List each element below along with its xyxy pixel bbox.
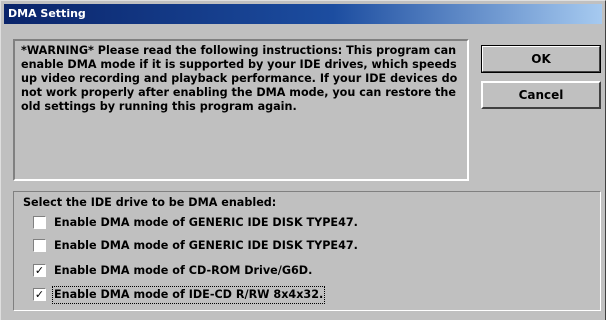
checkbox[interactable] <box>33 239 46 252</box>
warning-message: *WARNING* Please read the following inst… <box>13 39 469 181</box>
checkbox[interactable]: ✓ <box>33 264 46 277</box>
drive-option-label[interactable]: Enable DMA mode of IDE-CD R/RW 8x4x32. <box>51 286 326 304</box>
window-title[interactable]: DMA Setting <box>4 4 602 24</box>
drive-option-label[interactable]: Enable DMA mode of GENERIC IDE DISK TYPE… <box>53 238 359 254</box>
drive-option-label[interactable]: Enable DMA mode of GENERIC IDE DISK TYPE… <box>53 215 359 231</box>
drive-selection-label: Select the IDE drive to be DMA enabled: <box>23 196 277 209</box>
cancel-button[interactable]: Cancel <box>481 81 601 109</box>
dma-setting-dialog: DMA Setting *WARNING* Please read the fo… <box>0 0 606 320</box>
drive-option-label[interactable]: Enable DMA mode of CD-ROM Drive/G6D. <box>53 263 313 279</box>
checkbox[interactable]: ✓ <box>33 288 46 301</box>
checkbox[interactable] <box>33 216 46 229</box>
ok-button[interactable]: OK <box>481 45 601 73</box>
